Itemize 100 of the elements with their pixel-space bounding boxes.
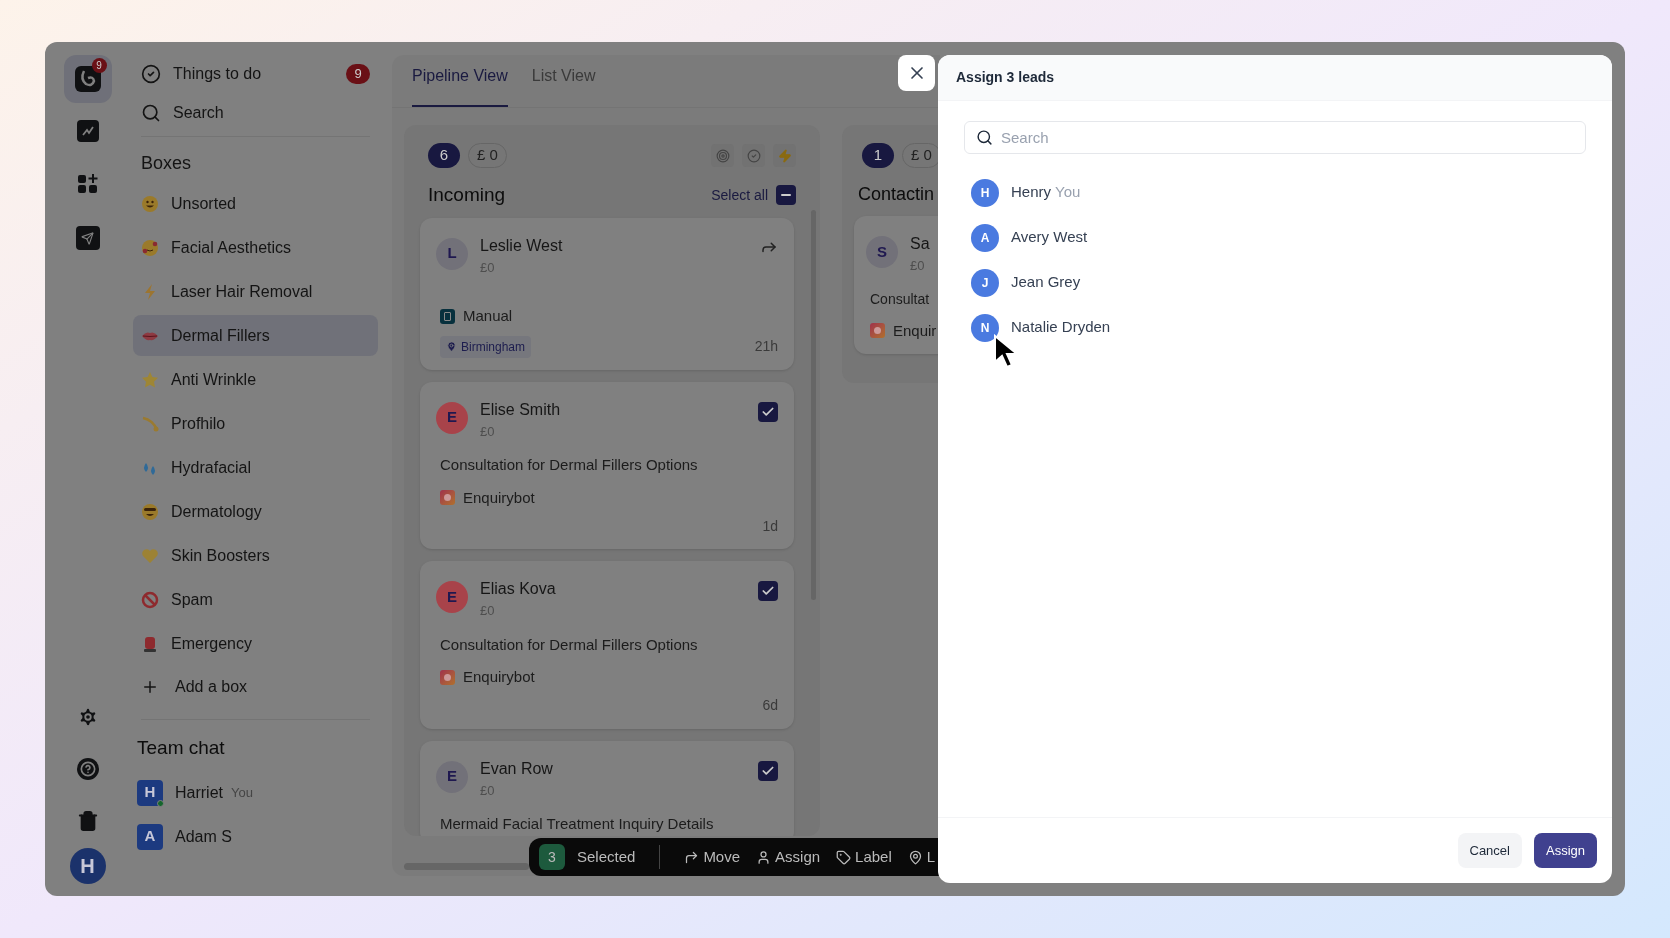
- avatar: E: [436, 401, 468, 434]
- assignee-avatar: N: [971, 313, 999, 342]
- bar-action-button[interactable]: Move: [684, 845, 741, 869]
- avatar: E: [436, 760, 468, 793]
- checkbox[interactable]: [758, 401, 778, 422]
- dialog-title: Assign 3 leads: [956, 68, 1055, 87]
- scrollbar[interactable]: [404, 863, 529, 870]
- check-icon: [761, 584, 775, 598]
- section-heading: Team chat: [137, 736, 226, 760]
- box-item[interactable]: Skin Boosters: [133, 535, 378, 576]
- close-button[interactable]: [898, 55, 935, 91]
- lead-name: Sa: [910, 234, 931, 254]
- things-to-do-item[interactable]: Things to do 9: [133, 55, 378, 93]
- member-avatar: H: [137, 779, 163, 806]
- assignee-option[interactable]: A Avery West: [971, 215, 1579, 260]
- search-icon: [141, 103, 161, 123]
- select-all-checkbox[interactable]: [776, 185, 796, 206]
- assignee-name: Jean Grey: [1011, 272, 1081, 293]
- check-circle-icon: [141, 64, 161, 84]
- grid-plus-icon[interactable]: [76, 173, 99, 195]
- assign-button[interactable]: Assign: [1533, 833, 1597, 868]
- column-title: Incoming: [428, 183, 506, 207]
- box-item[interactable]: Profhilo: [133, 403, 378, 444]
- lead-time: 1d: [762, 516, 778, 536]
- box-item[interactable]: Spam: [133, 579, 378, 620]
- tag-icon: [836, 849, 852, 865]
- avatar: S: [866, 236, 898, 268]
- team-member-item[interactable]: H Harriet You: [133, 770, 378, 815]
- avatar: E: [436, 581, 468, 613]
- lead-title: Consultation for Dermal Fillers Options: [440, 634, 699, 655]
- box-item[interactable]: Dermatology: [133, 491, 378, 532]
- assignee-name: Avery West: [1011, 227, 1088, 248]
- assignee-name: Natalie Dryden: [1011, 317, 1111, 338]
- view-tab[interactable]: Pipeline View: [412, 64, 508, 107]
- you-tag: You: [231, 782, 253, 803]
- send-icon[interactable]: [75, 226, 100, 250]
- select-all-label[interactable]: Select all: [711, 184, 768, 206]
- member-name: Adam S: [175, 826, 232, 847]
- lead-name: Elias Kova: [480, 579, 557, 599]
- bar-action-button[interactable]: Assign: [756, 845, 821, 869]
- count-badge: 1: [862, 143, 894, 168]
- search-item[interactable]: Search: [133, 93, 378, 133]
- lead-source: Enquirybot: [463, 487, 535, 508]
- assignee-avatar: J: [971, 268, 999, 297]
- column-title: Contactin: [858, 183, 935, 206]
- chat-bubble-icon: [870, 323, 885, 339]
- box-item[interactable]: Hydrafacial: [133, 447, 378, 488]
- selected-count: 3: [539, 844, 565, 870]
- assignee-avatar: A: [971, 223, 999, 252]
- add-box-item[interactable]: Add a box: [133, 667, 378, 707]
- lead-title: Mermaid Facial Treatment Inquiry Details: [440, 814, 715, 834]
- member-name: Harriet: [175, 782, 223, 803]
- view-tab[interactable]: List View: [531, 64, 596, 107]
- comet-icon: [141, 414, 159, 433]
- box-item[interactable]: Facial Aesthetics: [133, 227, 378, 268]
- assignee-avatar: H: [971, 178, 999, 207]
- help-icon[interactable]: [76, 758, 99, 780]
- lead-name: Leslie West: [480, 235, 564, 256]
- bar-action-button[interactable]: L: [907, 845, 936, 869]
- lead-source: Manual: [463, 306, 513, 326]
- trash-icon[interactable]: [76, 810, 99, 832]
- avatar: L: [436, 237, 468, 270]
- star-icon: [141, 370, 159, 389]
- assignee-option[interactable]: N Natalie Dryden: [971, 305, 1579, 350]
- document-icon: [440, 308, 455, 324]
- cancel-button[interactable]: Cancel: [1457, 833, 1522, 868]
- team-member-item[interactable]: A Adam S: [133, 814, 378, 859]
- smiley-hearts-icon: [141, 238, 159, 257]
- checkbox[interactable]: [758, 581, 778, 601]
- box-item[interactable]: Unsorted: [133, 183, 378, 224]
- prohibited-icon: [141, 590, 159, 609]
- box-item[interactable]: Anti Wrinkle: [133, 359, 378, 400]
- assignee-option[interactable]: J Jean Grey: [971, 260, 1579, 305]
- smiley-glasses-icon: [141, 502, 159, 521]
- smiley-icon: [141, 194, 159, 213]
- lead-title: Consultat: [870, 289, 931, 309]
- checkbox[interactable]: [758, 760, 778, 781]
- member-avatar: A: [137, 823, 163, 850]
- chart-icon[interactable]: [76, 120, 99, 142]
- lead-name: Evan Row: [480, 758, 554, 779]
- user-avatar[interactable]: H: [69, 848, 106, 884]
- lead-source: Enquirybot: [463, 667, 535, 687]
- box-item[interactable]: Dermal Fillers: [133, 315, 378, 356]
- plus-icon: [141, 678, 159, 696]
- count-badge: 9: [346, 64, 370, 84]
- lead-source: Enquir: [893, 320, 937, 341]
- bar-action-button[interactable]: Label: [836, 845, 892, 869]
- chat-bubble-icon: [440, 669, 455, 685]
- heart-icon: [141, 546, 159, 565]
- chat-bubble-icon: [440, 490, 455, 506]
- person-icon: [756, 849, 772, 865]
- search-field[interactable]: Search: [964, 121, 1586, 154]
- box-item[interactable]: Emergency: [133, 623, 378, 664]
- section-heading: Boxes: [141, 152, 193, 175]
- logo-button[interactable]: 9: [63, 55, 112, 103]
- assignee-option[interactable]: H Henry You: [971, 170, 1579, 215]
- box-item[interactable]: Laser Hair Removal: [133, 271, 378, 312]
- lead-title: Consultation for Dermal Fillers Options: [440, 455, 699, 475]
- selected-label: Selected: [577, 846, 636, 867]
- count-badge: 6: [428, 143, 460, 168]
